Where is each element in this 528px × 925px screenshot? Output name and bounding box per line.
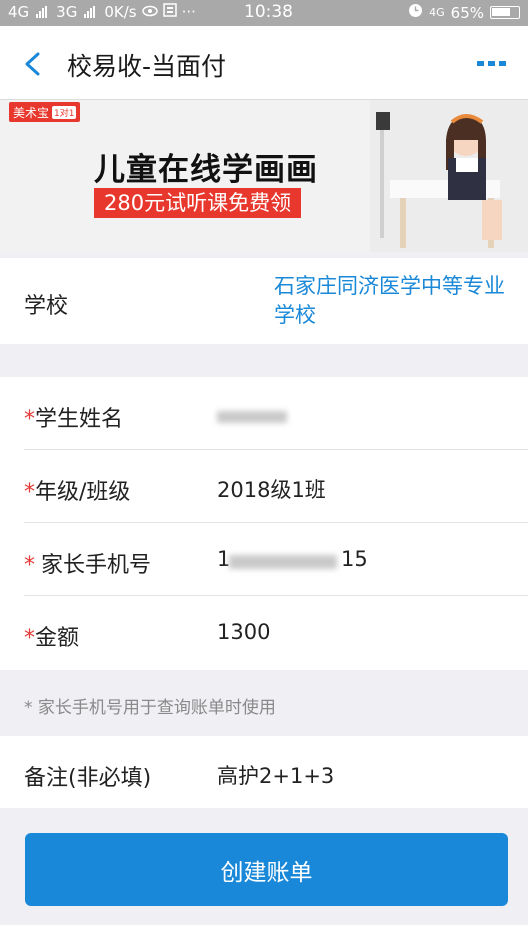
network-type-2: 3G	[56, 3, 78, 21]
network-type-right: 4G	[429, 6, 445, 19]
amount-label-text: 金额	[35, 626, 80, 651]
battery-level: 65%	[450, 3, 484, 22]
required-mark: *	[24, 480, 35, 505]
network-speed: 0K/s	[104, 3, 137, 21]
remark-label: 备注(非必填)	[24, 766, 152, 791]
student-name-redaction	[217, 411, 287, 423]
parent-phone-label: * 家长手机号	[24, 547, 151, 579]
required-mark: *	[24, 553, 35, 578]
create-bill-button[interactable]: 创建账单	[25, 833, 508, 906]
grade-class-label: *年级/班级	[24, 474, 130, 506]
navigation-bar: 校易收-当面付	[0, 26, 528, 100]
student-name-label: *学生姓名	[24, 401, 123, 433]
divider	[24, 449, 528, 450]
signal-icon-2	[84, 6, 96, 18]
student-form: *学生姓名 *年级/班级 2018级1班 * 家长手机号 1 15 *金额 130…	[0, 377, 528, 670]
remark-card: 备注(非必填) 高护2+1+3	[0, 736, 528, 808]
divider	[24, 522, 528, 523]
status-time: 10:38	[244, 2, 293, 22]
hint-text: 家长手机号用于查询账单时使用	[37, 698, 276, 718]
school-card: 学校 石家庄同济医学中等专业学校	[0, 258, 528, 344]
banner-logo: 美术宝 1对1	[9, 102, 81, 122]
banner-child-drawing-image	[370, 100, 528, 252]
required-mark: *	[24, 626, 35, 651]
more-icon[interactable]	[477, 61, 506, 66]
banner-offer: 280元试听课免费领	[94, 188, 302, 218]
student-name-label-text: 学生姓名	[35, 407, 124, 432]
parent-phone-redaction	[229, 555, 337, 569]
more-notifications-icon: ···	[181, 3, 196, 21]
divider	[24, 595, 528, 596]
grade-class-label-text: 年级/班级	[35, 480, 131, 505]
status-bar: 4G 3G 0K/s ··· 10:38 4G 65%	[0, 0, 528, 26]
phone-usage-hint: * 家长手机号用于查询账单时使用	[24, 693, 276, 718]
page-title: 校易收-当面付	[67, 52, 227, 81]
school-label: 学校	[24, 294, 69, 319]
battery-icon	[490, 6, 520, 19]
banner-logo-tag: 1对1	[52, 105, 77, 119]
banner-heading: 儿童在线学画画	[94, 152, 318, 188]
parent-phone-suffix: 15	[341, 547, 368, 571]
banner-logo-text: 美术宝	[13, 105, 50, 120]
amount-label: *金额	[24, 620, 79, 652]
status-right: 4G 65%	[408, 3, 520, 22]
grade-class-field[interactable]: 2018级1班	[217, 474, 326, 504]
status-left: 4G 3G 0K/s ···	[8, 3, 196, 21]
student-name-field[interactable]	[217, 401, 307, 429]
school-value[interactable]: 石家庄同济医学中等专业学校	[274, 272, 514, 330]
remark-field[interactable]: 高护2+1+3	[217, 760, 334, 790]
required-mark: *	[24, 407, 35, 432]
alarm-icon	[408, 3, 423, 22]
hint-mark: *	[24, 698, 33, 718]
notification-icon	[162, 3, 177, 21]
parent-phone-label-text: 家长手机号	[41, 553, 152, 578]
signal-icon	[36, 6, 48, 18]
banner-ad[interactable]: 美术宝 1对1 儿童在线学画画 280元试听课免费领	[0, 100, 528, 252]
amount-field[interactable]: 1300	[217, 620, 270, 644]
parent-phone-field[interactable]: 1 15	[217, 547, 377, 575]
eye-icon	[141, 3, 158, 21]
back-icon[interactable]	[22, 52, 44, 76]
network-type-1: 4G	[8, 3, 30, 21]
